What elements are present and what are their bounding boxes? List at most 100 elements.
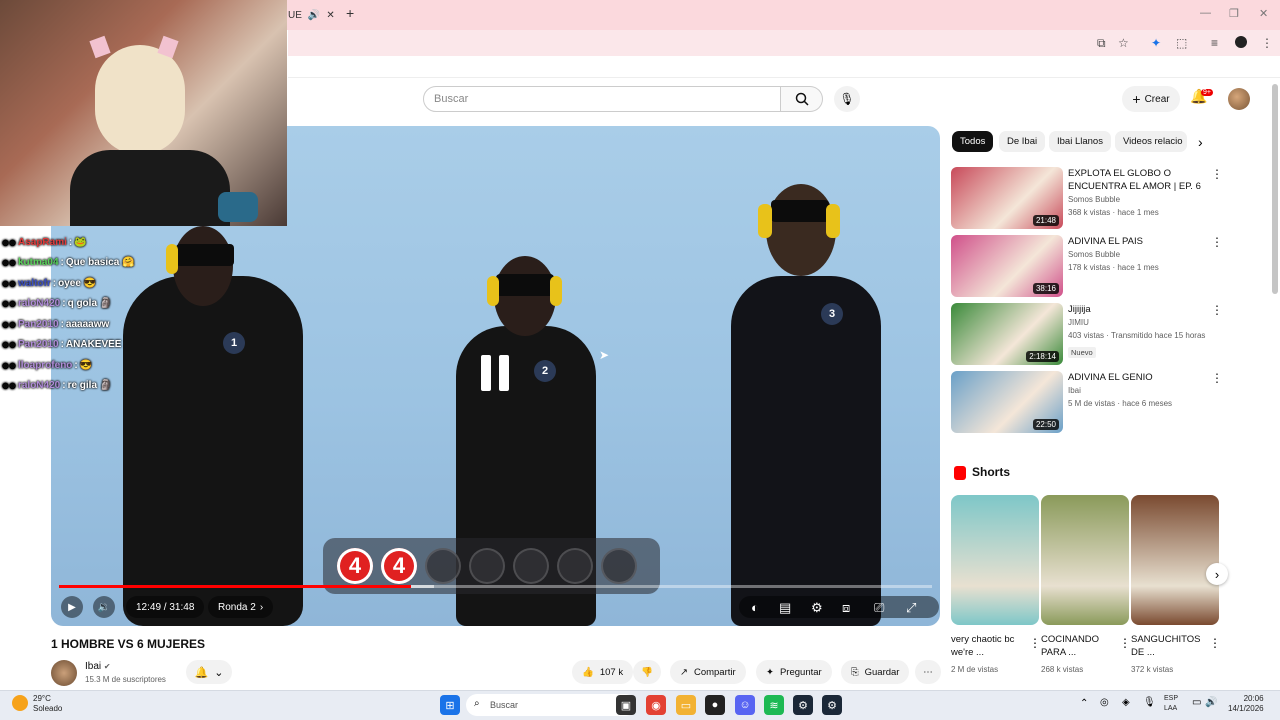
more-options-icon[interactable]: ⋮: [1029, 636, 1041, 650]
recommended-title[interactable]: ADIVINA EL GENIO: [1068, 371, 1218, 384]
cast-icon[interactable]: ⎚: [874, 600, 884, 616]
miniplayer-icon[interactable]: ⧈: [842, 600, 850, 616]
volume-button[interactable]: 🔉: [93, 596, 115, 618]
chips-next-chevron-icon[interactable]: ›: [1198, 134, 1203, 150]
spotify-icon[interactable]: ≋: [764, 695, 784, 715]
recommended-video[interactable]: 21:48 EXPLOTA EL GLOBO O ENCUENTRA EL AMO…: [951, 167, 1223, 229]
short-thumbnail[interactable]: [951, 495, 1039, 625]
more-options-icon[interactable]: ⋮: [1209, 636, 1221, 650]
account-avatar[interactable]: [1228, 88, 1250, 110]
page-scrollbar[interactable]: [1272, 84, 1278, 294]
keyboard-language[interactable]: ESP LAA: [1164, 694, 1178, 714]
recommended-title[interactable]: ADIVINA EL PAIS: [1068, 235, 1218, 248]
more-options-icon[interactable]: ⋮: [1211, 371, 1223, 385]
fullscreen-icon[interactable]: ⤢: [906, 600, 916, 616]
recommended-video[interactable]: 22:50 ADIVINA EL GENIO Ibai 5 M de vistas ·…: [951, 371, 1223, 433]
file-explorer-icon[interactable]: ▭: [676, 695, 696, 715]
subscribed-bell-button[interactable]: 🔔 ⌄: [186, 660, 232, 684]
pause-indicator-icon[interactable]: [481, 355, 509, 391]
weather-sun-icon[interactable]: [12, 695, 28, 711]
translate-icon[interactable]: ✦: [1151, 36, 1161, 50]
recommended-video[interactable]: 38:16 ADIVINA EL PAIS Somos Bubble 178 k vi…: [951, 235, 1223, 297]
voice-search-button[interactable]: 🎙: [834, 86, 860, 112]
obs-icon[interactable]: ●: [705, 695, 725, 715]
search-input[interactable]: Buscar: [423, 86, 781, 112]
save-icon: ⎘: [851, 666, 859, 678]
video-thumbnail[interactable]: 38:16: [951, 235, 1063, 297]
save-button[interactable]: ⎘ Guardar: [841, 660, 910, 684]
steam-icon[interactable]: ⚙: [793, 695, 813, 715]
short-title[interactable]: COCINANDO PARA ...: [1041, 633, 1116, 659]
steam-alt-icon[interactable]: ⚙: [822, 695, 842, 715]
network-icon[interactable]: ▭: [1192, 697, 1201, 708]
short-thumbnail[interactable]: [1041, 495, 1129, 625]
like-button[interactable]: 👍 107 k: [572, 660, 634, 684]
recommended-title[interactable]: EXPLOTA EL GLOBO O ENCUENTRA EL AMOR | E…: [1068, 167, 1218, 193]
chip-videos-relacionados[interactable]: Videos relacio: [1115, 131, 1187, 152]
chip-todos[interactable]: Todos: [952, 131, 994, 152]
recommended-meta: 403 vistas · Transmitido hace 15 horas: [1068, 331, 1206, 340]
chip-ibai-llanos[interactable]: Ibai Llanos: [1049, 131, 1111, 152]
share-button[interactable]: ↗ Compartir: [670, 660, 746, 684]
address-bar[interactable]: [288, 30, 1280, 56]
dislike-button[interactable]: 👎: [633, 660, 661, 684]
discord-icon[interactable]: ☺: [735, 695, 755, 715]
tray-app-icon[interactable]: ◎: [1100, 697, 1109, 708]
taskbar-search[interactable]: Buscar: [466, 694, 636, 716]
play-button[interactable]: ▶: [61, 596, 83, 618]
browser-tab[interactable]: UE 🔊 ✕: [288, 4, 348, 26]
new-tab-button[interactable]: +: [346, 5, 354, 21]
short-title[interactable]: SANGUCHITOS DE ...: [1131, 633, 1206, 659]
weather-widget[interactable]: 29°C Soleado: [33, 694, 62, 714]
system-clock[interactable]: 20:06 14/1/2026: [1228, 694, 1264, 714]
close-window-button[interactable]: ✕: [1259, 7, 1268, 20]
recommended-title[interactable]: Jijijija: [1068, 303, 1218, 316]
install-icon[interactable]: ⧉: [1097, 36, 1106, 51]
tray-shield-icon[interactable]: ◈: [1122, 697, 1130, 708]
subtitles-icon[interactable]: ▤: [779, 600, 791, 616]
video-thumbnail[interactable]: 2:18:14: [951, 303, 1063, 365]
windows-start-icon[interactable]: ⊞: [440, 695, 460, 715]
create-button[interactable]: + Crear: [1122, 86, 1180, 112]
video-thumbnail[interactable]: 22:50: [951, 371, 1063, 433]
minimize-button[interactable]: —: [1200, 7, 1211, 19]
autoplay-toggle-icon[interactable]: ◐: [751, 600, 759, 615]
shorts-next-button[interactable]: ›: [1206, 563, 1228, 585]
chrome-icon[interactable]: ◉: [646, 695, 666, 715]
more-options-icon[interactable]: ⋮: [1211, 235, 1223, 249]
more-options-icon[interactable]: ⋮: [1211, 303, 1223, 317]
more-options-icon[interactable]: ⋮: [1119, 636, 1131, 650]
menu-dots-icon[interactable]: ⋮: [1261, 36, 1273, 50]
chapter-button[interactable]: Ronda 2 ›: [208, 596, 274, 618]
search-button[interactable]: [781, 86, 823, 112]
bookmark-star-icon[interactable]: ☆: [1118, 36, 1129, 50]
media-icon[interactable]: ≡: [1211, 36, 1218, 50]
video-thumbnail[interactable]: 21:48: [951, 167, 1063, 229]
settings-gear-icon[interactable]: ⚙: [811, 600, 823, 616]
progress-bar[interactable]: [59, 585, 932, 588]
recommended-channel[interactable]: Somos Bubble: [1068, 249, 1120, 260]
more-options-icon[interactable]: ⋮: [1211, 167, 1223, 181]
short-thumbnail[interactable]: [1131, 495, 1219, 625]
close-tab-icon[interactable]: ✕: [326, 10, 334, 21]
task-view-icon[interactable]: ▣: [616, 695, 636, 715]
more-actions-button[interactable]: ⋯: [915, 660, 941, 684]
tray-chevron-up-icon[interactable]: ⌃: [1080, 698, 1088, 709]
ask-button[interactable]: ✦ Preguntar: [756, 660, 832, 684]
recommended-channel[interactable]: Somos Bubble: [1068, 194, 1120, 205]
profile-icon[interactable]: [1235, 36, 1247, 48]
tray-mic-icon[interactable]: 🎙: [1143, 697, 1156, 708]
extensions-icon[interactable]: ⬚: [1176, 36, 1187, 50]
chat-separator: :: [60, 339, 64, 351]
channel-avatar[interactable]: [51, 660, 77, 686]
short-title[interactable]: very chaotic bc we're ...: [951, 633, 1026, 659]
recommended-channel[interactable]: Ibai: [1068, 385, 1081, 396]
channel-name[interactable]: Ibai ✔: [85, 661, 111, 672]
recommended-video[interactable]: 2:18:14 Jijijija JIMIU 403 vistas · Transmi…: [951, 303, 1223, 365]
like-count: 107 k: [599, 666, 624, 678]
maximize-button[interactable]: ❐: [1229, 7, 1239, 20]
chip-de-ibai[interactable]: De Ibai: [999, 131, 1046, 152]
volume-tray-icon[interactable]: 🔊: [1205, 697, 1217, 708]
chat-text: oyee 😎: [58, 277, 97, 289]
recommended-channel[interactable]: JIMIU: [1068, 317, 1089, 328]
